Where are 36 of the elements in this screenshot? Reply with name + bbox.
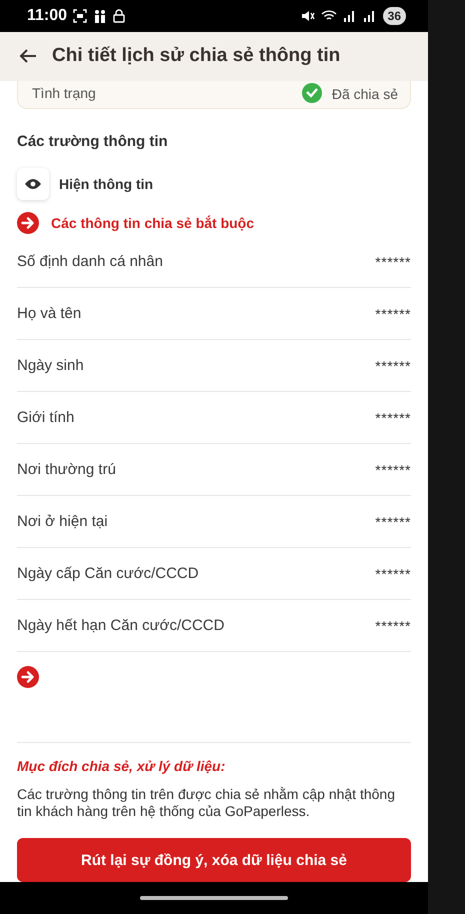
purpose-text: Các trường thông tin trên được chia sẻ nhằm cập nhật thông tin khách hàng trên hệ thống của GoPaperless. <box>17 786 396 820</box>
field-label: Nơi thường trú <box>17 461 116 478</box>
masked-value: ****** <box>375 514 411 530</box>
field-label: Ngày hết hạn Căn cước/CCCD <box>17 617 224 634</box>
people-icon <box>93 8 108 23</box>
field-label: Họ và tên <box>17 305 82 322</box>
withdraw-button[interactable]: Rút lại sự đồng ý, xóa dữ liệu chia sẻ <box>17 838 411 882</box>
mute-icon <box>300 8 315 23</box>
lock-icon <box>113 8 126 23</box>
show-info-toggle[interactable]: Hiện thông tin <box>17 168 154 200</box>
status-label: Tình trạng <box>32 84 96 101</box>
purpose-title: Mục đích chia sẻ, xử lý dữ liệu: <box>17 758 226 774</box>
field-label: Số định danh cá nhân <box>17 253 163 270</box>
masked-value: ****** <box>375 410 411 426</box>
status-value: Đã chia sẻ <box>332 86 398 102</box>
signal-icon <box>342 10 357 22</box>
masked-value: ****** <box>375 618 411 634</box>
battery-level: 36 <box>382 6 406 25</box>
screenshot-icon <box>73 8 88 23</box>
field-label: Ngày sinh <box>17 357 84 374</box>
masked-value: ****** <box>375 254 411 270</box>
field-label: Giới tính <box>17 409 74 426</box>
field-label: Nơi ở hiện tại <box>17 513 108 530</box>
wifi-icon <box>320 9 337 22</box>
masked-value: ****** <box>375 566 411 582</box>
section-title: Các trường thông tin <box>17 133 169 150</box>
masked-value: ****** <box>375 306 411 322</box>
masked-value: ****** <box>375 358 411 374</box>
masked-value: ****** <box>375 462 411 478</box>
field-label: Ngày cấp Căn cước/CCCD <box>17 565 199 582</box>
signal-icon <box>362 10 377 22</box>
eye-icon <box>24 178 42 190</box>
home-handle[interactable] <box>140 896 288 900</box>
group-title: Các thông tin chia sẻ bắt buộc <box>51 215 254 232</box>
page-title: Chi tiết lịch sử chia sẻ thông tin <box>52 45 340 68</box>
status-time: 11:00 <box>27 6 68 25</box>
